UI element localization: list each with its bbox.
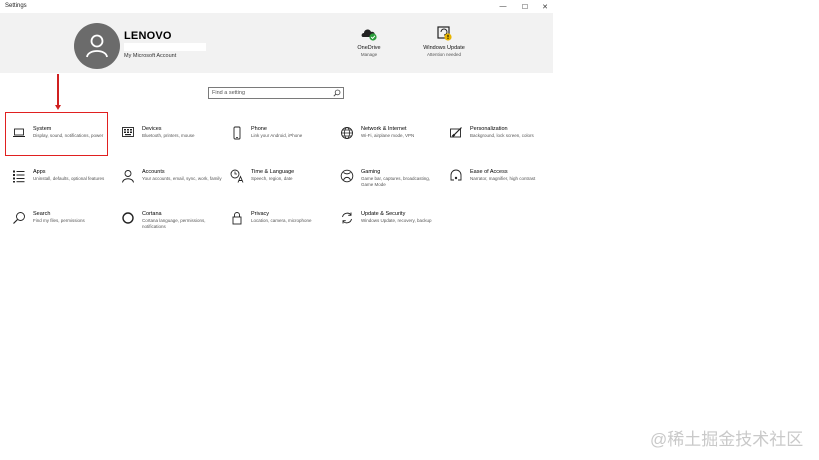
avatar[interactable] bbox=[74, 23, 120, 69]
onedrive-item[interactable]: OneDrive Manage bbox=[350, 26, 388, 57]
tile-search[interactable]: Search Find my files, permissions bbox=[12, 211, 112, 247]
paint-brush-icon bbox=[450, 127, 462, 138]
tile-description: Narrator, magnifier, high contrast bbox=[470, 176, 536, 181]
redacted-email bbox=[124, 43, 206, 51]
account-name: LENOVO bbox=[124, 30, 172, 42]
tile-description: Location, camera, microphone bbox=[251, 218, 312, 223]
tile-devices[interactable]: Devices Bluetooth, printers, mouse bbox=[121, 126, 221, 162]
tile-name: Accounts bbox=[142, 169, 165, 175]
annotation-arrow-head bbox=[54, 105, 61, 110]
search-input[interactable] bbox=[212, 88, 327, 98]
tile-description: Wi-Fi, airplane mode, VPN bbox=[361, 133, 415, 138]
search-box[interactable] bbox=[208, 87, 344, 99]
tile-name: Search bbox=[33, 211, 51, 217]
search-icon bbox=[13, 212, 25, 224]
tile-name: Gaming bbox=[361, 169, 381, 175]
tile-accounts[interactable]: Accounts Your accounts, email, sync, wor… bbox=[121, 169, 222, 205]
user-avatar-icon bbox=[86, 34, 108, 58]
tile-name: Privacy bbox=[251, 211, 270, 217]
tile-phone[interactable]: Phone Link your Android, iPhone bbox=[230, 126, 330, 162]
lock-icon bbox=[232, 212, 242, 225]
phone-icon bbox=[233, 126, 241, 140]
system-highlight-box bbox=[5, 112, 108, 156]
tile-name: Phone bbox=[251, 126, 267, 132]
tile-description: Windows Update, recovery, backup bbox=[361, 218, 432, 223]
tile-description: Link your Android, iPhone bbox=[251, 133, 303, 138]
tile-description: Find my files, permissions bbox=[33, 218, 85, 223]
tile-name: Ease of Access bbox=[470, 169, 508, 175]
my-microsoft-account-link[interactable]: My Microsoft Account bbox=[124, 53, 176, 59]
tile-network-internet[interactable]: Network & Internet Wi-Fi, airplane mode,… bbox=[340, 126, 440, 162]
search-icon[interactable] bbox=[333, 89, 341, 97]
title-bar: Settings — ☐ ✕ bbox=[0, 0, 553, 13]
sync-icon bbox=[342, 212, 352, 224]
tile-description: Your accounts, email, sync, work, family bbox=[142, 176, 222, 181]
onedrive-subtitle: Manage bbox=[360, 52, 378, 57]
annotation-arrow bbox=[57, 74, 59, 107]
window-title: Settings bbox=[5, 3, 27, 9]
tile-description: Speech, region, date bbox=[251, 176, 293, 181]
ease-of-access-icon bbox=[450, 169, 462, 181]
tile-personalization[interactable]: Personalization Background, lock screen,… bbox=[449, 126, 549, 162]
watermark: @稀土掘金技术社区 bbox=[650, 430, 804, 449]
time-language-icon bbox=[230, 169, 244, 183]
onedrive-title: OneDrive bbox=[357, 45, 381, 51]
tile-description: Background, lock screen, colors bbox=[470, 133, 534, 138]
onedrive-icon bbox=[361, 29, 377, 41]
apps-list-icon bbox=[13, 170, 25, 183]
tile-name: Time & Language bbox=[251, 169, 295, 175]
tile-name: Update & Security bbox=[361, 211, 406, 217]
tile-privacy[interactable]: Privacy Location, camera, microphone bbox=[230, 211, 330, 247]
windows-update-item[interactable]: Windows Update Attention needed bbox=[420, 26, 468, 57]
windows-update-icon bbox=[437, 26, 452, 41]
tile-time-language[interactable]: Time & Language Speech, region, date bbox=[230, 169, 330, 205]
tile-name: Cortana bbox=[142, 211, 162, 217]
tile-update-security[interactable]: Update & Security Windows Update, recove… bbox=[340, 211, 440, 247]
tile-description: Cortana language, permissions, notificat… bbox=[142, 218, 206, 229]
maximize-button[interactable]: ☐ bbox=[518, 1, 532, 12]
windows-update-title: Windows Update bbox=[423, 45, 465, 51]
tile-ease-of-access[interactable]: Ease of Access Narrator, magnifier, high… bbox=[449, 169, 549, 205]
person-icon bbox=[122, 170, 134, 183]
tile-description: Bluetooth, printers, mouse bbox=[142, 133, 195, 138]
tile-apps[interactable]: Apps Uninstall, defaults, optional featu… bbox=[12, 169, 112, 205]
tile-name: Personalization bbox=[470, 126, 508, 132]
tile-description: Game bar, captures, broadcasting, Game M… bbox=[361, 176, 431, 187]
tile-name: Devices bbox=[142, 126, 162, 132]
settings-window: Settings — ☐ ✕ LENOVO My Microsoft Accou… bbox=[0, 0, 553, 240]
tile-gaming[interactable]: Gaming Game bar, captures, broadcasting,… bbox=[340, 169, 440, 205]
minimize-button[interactable]: — bbox=[496, 1, 510, 12]
tile-name: Network & Internet bbox=[361, 126, 407, 132]
close-button[interactable]: ✕ bbox=[538, 1, 552, 12]
tile-name: Apps bbox=[33, 169, 46, 175]
cortana-icon bbox=[122, 212, 134, 224]
tile-cortana[interactable]: Cortana Cortana language, permissions, n… bbox=[121, 211, 221, 247]
xbox-icon bbox=[340, 169, 354, 183]
globe-icon bbox=[341, 127, 353, 139]
keyboard-icon bbox=[122, 127, 134, 137]
windows-update-subtitle: Attention needed bbox=[426, 52, 462, 57]
tile-description: Uninstall, defaults, optional features bbox=[33, 176, 105, 181]
